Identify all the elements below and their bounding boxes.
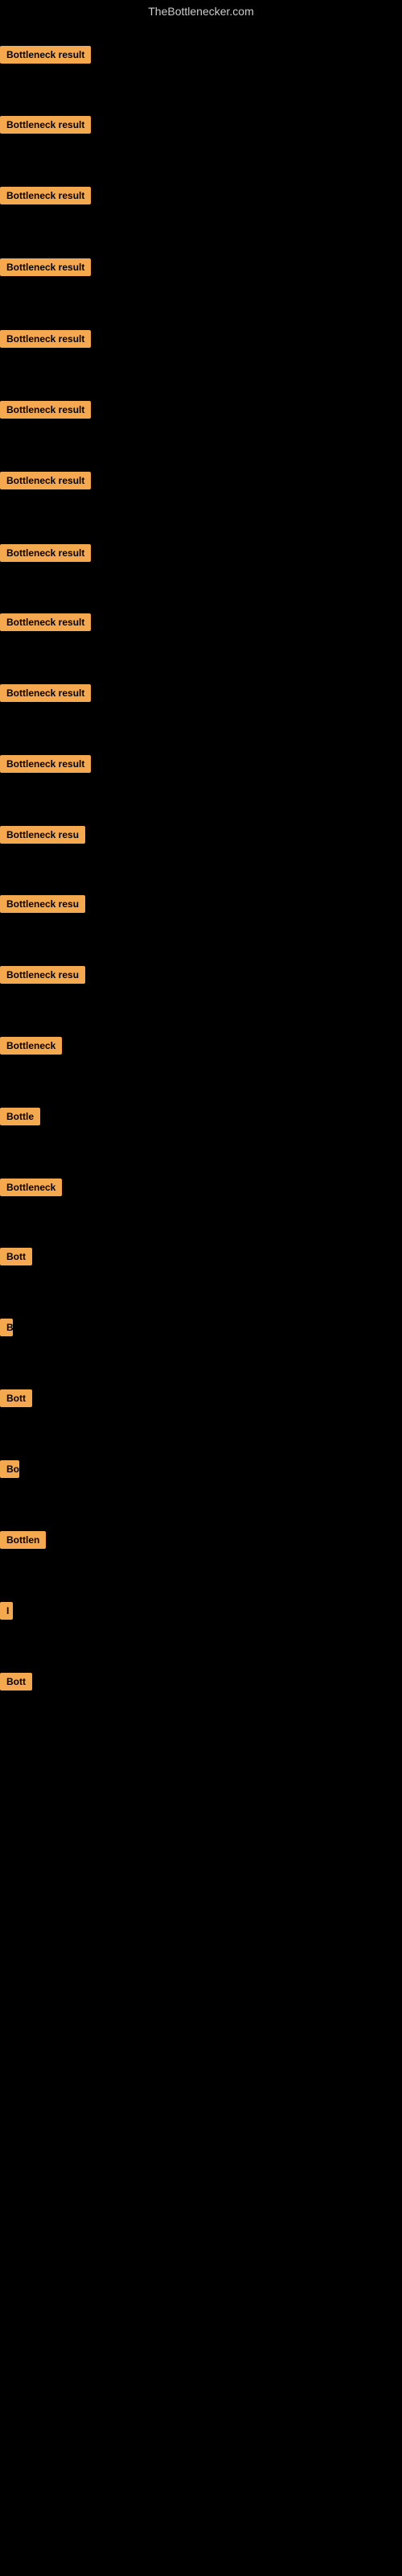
bottleneck-label-20: Bott <box>0 1389 32 1407</box>
bottleneck-label-3: Bottleneck result <box>0 187 91 204</box>
bottleneck-label-5: Bottleneck result <box>0 330 91 348</box>
bottleneck-label-4: Bottleneck result <box>0 258 91 276</box>
bottleneck-label-17: Bottleneck <box>0 1179 62 1196</box>
bottleneck-badge-13: Bottleneck resu <box>0 895 85 917</box>
bottleneck-label-22: Bottlen <box>0 1531 46 1549</box>
bottleneck-badge-8: Bottleneck result <box>0 544 91 566</box>
bottleneck-badge-23: I <box>0 1602 13 1624</box>
bottleneck-label-6: Bottleneck result <box>0 401 91 419</box>
bottleneck-badge-16: Bottle <box>0 1108 40 1129</box>
bottleneck-badge-7: Bottleneck result <box>0 472 91 493</box>
bottleneck-label-21: Bo <box>0 1460 19 1478</box>
bottleneck-label-13: Bottleneck resu <box>0 895 85 913</box>
bottleneck-label-18: Bott <box>0 1248 32 1265</box>
bottleneck-label-12: Bottleneck resu <box>0 826 85 844</box>
bottleneck-label-16: Bottle <box>0 1108 40 1125</box>
bottleneck-badge-9: Bottleneck result <box>0 613 91 635</box>
bottleneck-badge-17: Bottleneck <box>0 1179 62 1200</box>
bottleneck-badge-14: Bottleneck resu <box>0 966 85 988</box>
bottleneck-label-11: Bottleneck result <box>0 755 91 773</box>
bottleneck-label-9: Bottleneck result <box>0 613 91 631</box>
bottleneck-badge-6: Bottleneck result <box>0 401 91 423</box>
bottleneck-badge-18: Bott <box>0 1248 32 1269</box>
bottleneck-badge-2: Bottleneck result <box>0 116 91 138</box>
bottleneck-label-19: B <box>0 1319 13 1336</box>
bottleneck-label-24: Bott <box>0 1673 32 1690</box>
bottleneck-badge-15: Bottleneck <box>0 1037 62 1059</box>
bottleneck-label-23: I <box>0 1602 13 1620</box>
bottleneck-badge-24: Bott <box>0 1673 32 1695</box>
bottleneck-badge-20: Bott <box>0 1389 32 1411</box>
bottleneck-badge-11: Bottleneck result <box>0 755 91 777</box>
bottleneck-label-15: Bottleneck <box>0 1037 62 1055</box>
bottleneck-label-1: Bottleneck result <box>0 46 91 64</box>
site-title: TheBottlenecker.com <box>0 0 402 23</box>
bottleneck-label-10: Bottleneck result <box>0 684 91 702</box>
bottleneck-badge-21: Bo <box>0 1460 19 1482</box>
bottleneck-badge-5: Bottleneck result <box>0 330 91 352</box>
bottleneck-label-2: Bottleneck result <box>0 116 91 134</box>
bottleneck-badge-4: Bottleneck result <box>0 258 91 280</box>
bottleneck-badge-19: B <box>0 1319 13 1340</box>
bottleneck-badge-1: Bottleneck result <box>0 46 91 68</box>
bottleneck-label-7: Bottleneck result <box>0 472 91 489</box>
bottleneck-badge-3: Bottleneck result <box>0 187 91 208</box>
bottleneck-badge-12: Bottleneck resu <box>0 826 85 848</box>
bottleneck-badge-22: Bottlen <box>0 1531 46 1553</box>
bottleneck-label-8: Bottleneck result <box>0 544 91 562</box>
bottleneck-badge-10: Bottleneck result <box>0 684 91 706</box>
bottleneck-label-14: Bottleneck resu <box>0 966 85 984</box>
